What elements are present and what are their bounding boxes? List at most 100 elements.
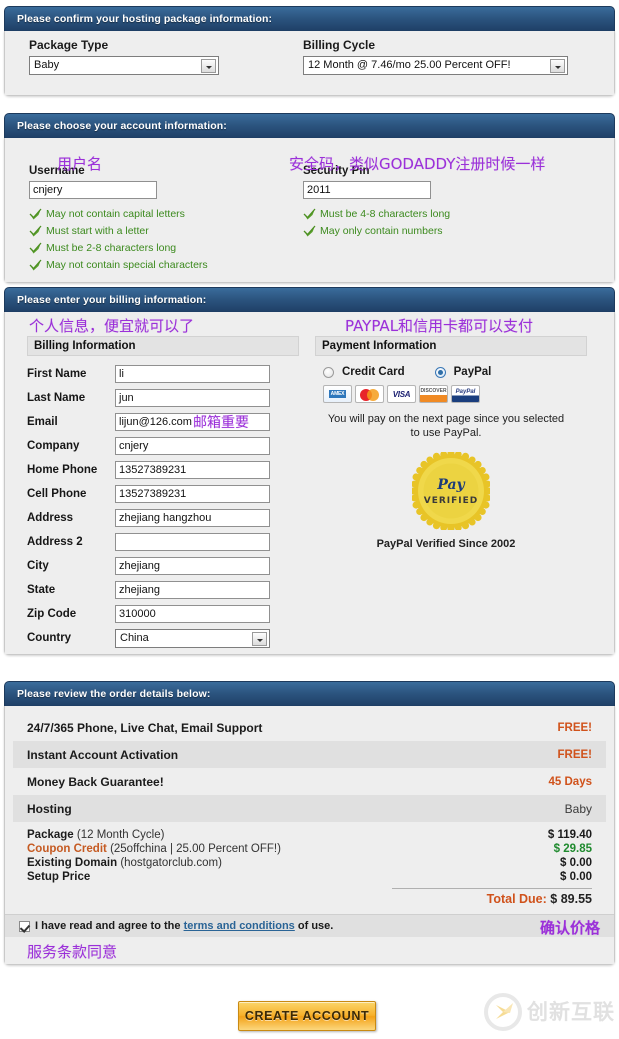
last-name-input[interactable]: jun (115, 389, 270, 407)
line-item-detail: (25offchina | 25.00 Percent OFF!) (110, 843, 281, 855)
field-label: Home Phone (27, 464, 98, 476)
zip-code-input[interactable]: 310000 (115, 605, 270, 623)
line-item-name: Coupon Credit (27, 843, 107, 855)
total-due-value: $ 89.55 (550, 892, 592, 906)
rule-text: Must be 2-8 characters long (46, 242, 177, 254)
paypal-card-icon: PayPal (451, 385, 480, 403)
watermark-logo-icon (484, 993, 522, 1031)
pin-rule-item: May only contain numbers (303, 224, 553, 238)
annotation-confirm-price: 确认价格 (539, 919, 600, 937)
terms-annotation-row: 服务条款同意 (5, 937, 614, 964)
field-label: Cell Phone (27, 488, 87, 500)
package-panel: Please confirm your hosting package info… (4, 6, 615, 96)
order-feature-row: Hosting Baby (13, 795, 606, 822)
feature-value: Baby (564, 801, 592, 816)
username-rule-item: May not contain special characters (29, 258, 279, 272)
package-type-select[interactable]: Baby (29, 56, 219, 75)
address-2-input[interactable] (115, 533, 270, 551)
field-row-last-name: Last Name jun (27, 386, 299, 410)
paypal-notice: You will pay on the next page since you … (315, 412, 577, 440)
check-icon (29, 208, 42, 220)
create-account-button[interactable]: CREATE ACCOUNT (238, 1001, 376, 1031)
billing-information-subheader: Billing Information (27, 336, 299, 356)
country-select[interactable]: China (115, 628, 270, 648)
site-watermark: 创新互联 (483, 988, 615, 1036)
rule-text: May not contain capital letters (46, 208, 185, 220)
field-row-city: City zhejiang (27, 554, 299, 578)
chevron-down-icon (201, 59, 216, 73)
agree-text-post: of use. (297, 920, 334, 932)
credit-card-radio[interactable] (323, 366, 334, 378)
city-input[interactable]: zhejiang (115, 557, 270, 575)
feature-value: FREE! (557, 721, 593, 734)
paypal-verified-seal: Pay x VERIFIED (315, 449, 587, 533)
line-item-detail: (12 Month Cycle) (76, 829, 165, 841)
account-panel-header: Please choose your account information: (4, 113, 615, 138)
field-row-first-name: First Name li (27, 362, 299, 386)
username-rule-item: May not contain capital letters (29, 207, 279, 221)
package-type-label: Package Type (29, 38, 109, 52)
feature-name: 24/7/365 Phone, Live Chat, Email Support (27, 720, 263, 735)
annotation-payment: PAYPAL和信用卡都可以支付 (345, 317, 534, 335)
cell-phone-input[interactable]: 13527389231 (115, 485, 270, 503)
mastercard-card-icon (355, 385, 384, 403)
paypal-radio[interactable] (434, 366, 446, 378)
billing-panel-header: Please enter your billing information: (4, 287, 615, 312)
order-total: Total Due: $ 89.55 (13, 888, 606, 906)
line-item-detail: (hostgatorclub.com) (120, 857, 222, 869)
terms-and-conditions-link[interactable]: terms and conditions (184, 920, 295, 932)
chevron-down-icon (550, 59, 565, 73)
account-panel: Please choose your account information: … (4, 113, 615, 283)
line-item-name: Existing Domain (27, 857, 118, 869)
billing-fields: First Name li Last Name jun Email lijun@… (27, 362, 299, 650)
package-type-value: Baby (34, 59, 60, 71)
check-icon (29, 259, 42, 271)
state-input[interactable]: zhejiang (115, 581, 270, 599)
chevron-down-icon (252, 631, 267, 646)
field-label: First Name (27, 368, 87, 380)
line-item-amount: $ 119.40 (547, 829, 592, 841)
annotation-username: 用户名 (57, 155, 103, 173)
first-name-input[interactable]: li (115, 365, 270, 383)
terms-checkbox[interactable] (19, 920, 30, 932)
order-line-item: Setup Price $ 0.00 (13, 870, 606, 884)
home-phone-input[interactable]: 13527389231 (115, 461, 270, 479)
address-input[interactable]: zhejiang hangzhou (115, 509, 270, 527)
company-input[interactable]: cnjery (115, 437, 270, 455)
terms-agreement-bar: I have read and agree to the terms and c… (5, 914, 614, 937)
field-label: Zip Code (27, 608, 77, 620)
field-label: Address (27, 512, 74, 524)
field-row-email: Email lijun@126.com 邮箱重要 (27, 410, 299, 434)
billing-cycle-select[interactable]: 12 Month @ 7.46/mo 25.00 Percent OFF! (303, 56, 568, 75)
svg-text:VERIFIED: VERIFIED (424, 496, 479, 506)
field-label: Company (27, 440, 80, 452)
annotation-security-pin: 安全码，类似GODADDY注册时候一样 (289, 155, 546, 173)
line-item-amount: $ 29.85 (553, 843, 592, 855)
paypal-label: PayPal (453, 366, 492, 378)
security-pin-input[interactable]: 2011 (303, 181, 431, 199)
rule-text: May only contain numbers (320, 225, 443, 237)
order-line-item: Package (12 Month Cycle) $ 119.40 (13, 828, 606, 842)
annotation-billing: 个人信息，便宜就可以了 (29, 317, 195, 335)
username-input[interactable]: cnjery (29, 181, 157, 199)
watermark-text: 创新互联 (527, 999, 615, 1024)
feature-name: Hosting (27, 801, 72, 816)
username-rule-item: Must start with a letter (29, 224, 279, 238)
paypal-notice-line-1: You will pay on the next page since you … (327, 413, 565, 425)
order-panel-header: Please review the order details below: (4, 681, 615, 706)
rule-text: Must be 4-8 characters long (320, 208, 451, 220)
field-label: Email (27, 416, 58, 428)
field-label: Address 2 (27, 536, 83, 548)
package-panel-body: Package Type Baby Billing Cycle 12 Month… (4, 31, 615, 96)
field-row-cell-phone: Cell Phone 13527389231 (27, 482, 299, 506)
line-item-name: Setup Price (27, 871, 91, 883)
username-rule-item: Must be 2-8 characters long (29, 241, 279, 255)
field-row-state: State zhejiang (27, 578, 299, 602)
line-item-amount: $ 0.00 (560, 857, 592, 869)
field-row-company: Company cnjery (27, 434, 299, 458)
hostgator-order-page: Please confirm your hosting package info… (0, 0, 619, 1039)
payment-method-radio-group: Credit Card PayPal (315, 366, 587, 378)
amex-card-icon: AMEX (323, 385, 352, 403)
field-label: Last Name (27, 392, 86, 404)
rule-text: May not contain special characters (46, 259, 208, 271)
